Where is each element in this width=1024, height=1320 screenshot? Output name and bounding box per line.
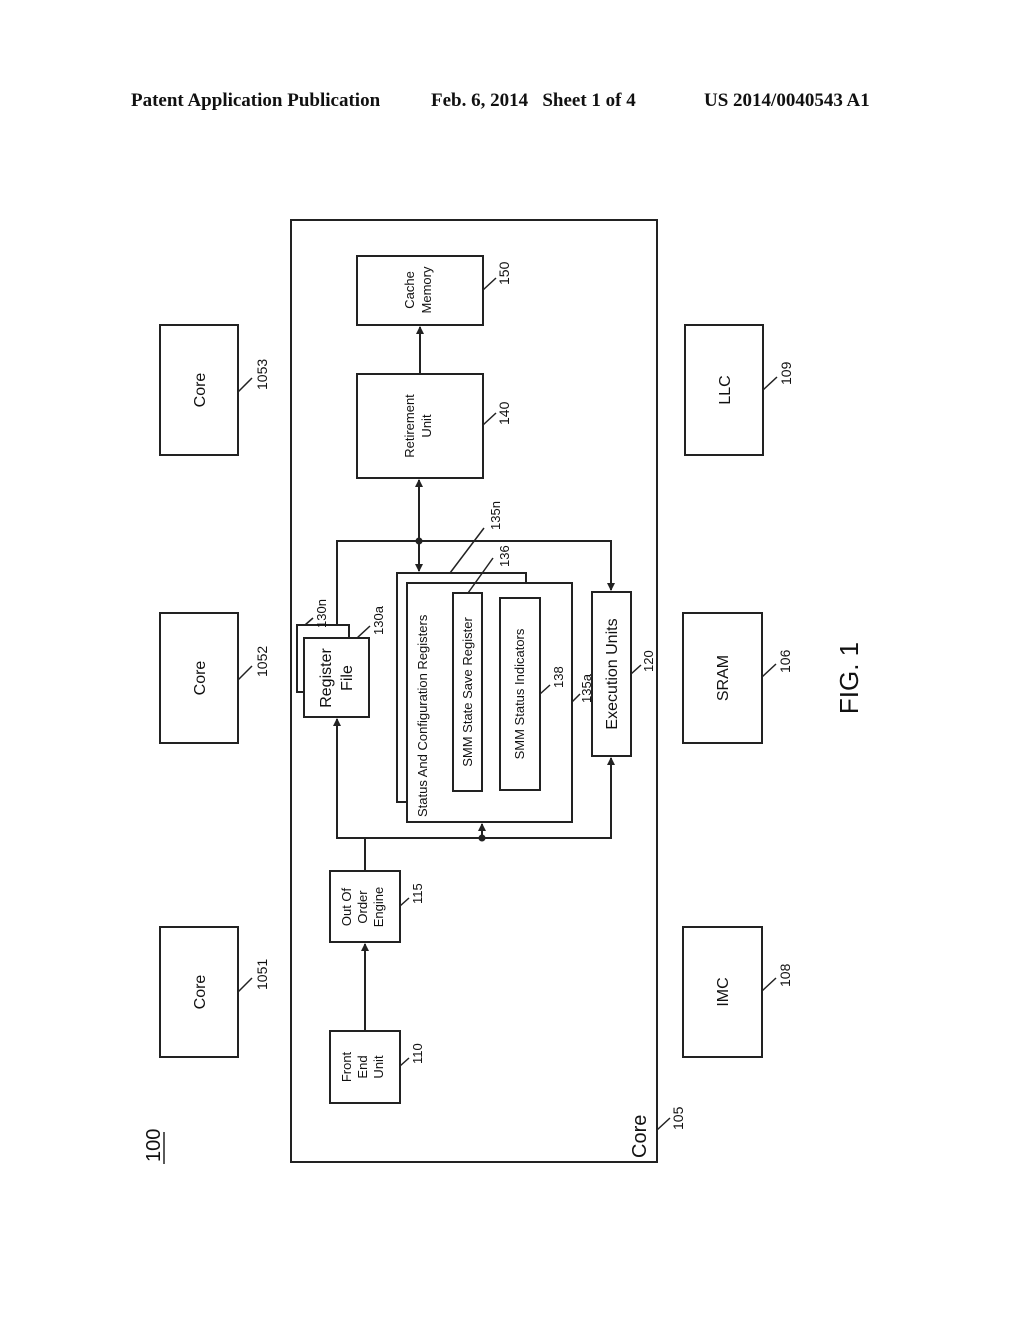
svg-text:File: File: [339, 665, 356, 691]
core-105-label: Core: [629, 1115, 651, 1158]
svg-text:Out Of: Out Of: [339, 887, 354, 926]
svg-text:1053: 1053: [254, 359, 270, 390]
svg-text:Unit: Unit: [419, 414, 434, 438]
svg-text:140: 140: [496, 401, 512, 425]
svg-text:109: 109: [778, 361, 794, 385]
svg-text:SRAM: SRAM: [715, 655, 732, 701]
imc-block: IMC 108: [682, 926, 793, 1058]
svg-text:Core: Core: [192, 975, 209, 1010]
svg-text:135n: 135n: [488, 501, 503, 530]
svg-text:150: 150: [496, 261, 512, 285]
svg-text:1052: 1052: [254, 646, 270, 677]
svg-text:Retirement: Retirement: [402, 394, 417, 458]
svg-text:SMM State Save Register: SMM State Save Register: [460, 617, 475, 767]
core-1051-block: Core 1051: [159, 926, 270, 1058]
svg-text:138: 138: [551, 666, 566, 688]
leader-105: [656, 1117, 671, 1131]
svg-text:IMC: IMC: [715, 977, 732, 1006]
core-1052-block: Core 1052: [159, 612, 270, 744]
svg-text:Front: Front: [339, 1051, 354, 1082]
svg-text:110: 110: [410, 1043, 425, 1064]
svg-text:136: 136: [497, 545, 512, 567]
svg-text:SMM Status Indicators: SMM Status Indicators: [512, 628, 527, 759]
svg-text:120: 120: [641, 650, 656, 672]
llc-block: LLC 109: [684, 324, 794, 456]
svg-text:Core: Core: [192, 661, 209, 696]
svg-text:115: 115: [410, 883, 425, 904]
svg-text:End: End: [355, 1055, 370, 1078]
svg-text:Core: Core: [192, 373, 209, 408]
svg-text:Memory: Memory: [419, 266, 434, 313]
bus-junction-bottom: [478, 834, 486, 842]
svg-text:130a: 130a: [371, 605, 386, 635]
svg-text:Register: Register: [318, 648, 335, 708]
svg-text:Cache: Cache: [402, 271, 417, 309]
system-ref-100: 100: [143, 1129, 165, 1164]
svg-text:Order: Order: [355, 890, 370, 924]
figure-label: FIG. 1: [834, 642, 864, 714]
core-1053-block: Core 1053: [159, 324, 270, 456]
svg-text:130n: 130n: [314, 599, 329, 628]
svg-text:1051: 1051: [254, 959, 270, 990]
sram-block: SRAM 106: [682, 612, 793, 744]
ref-105: 105: [670, 1106, 686, 1130]
svg-text:108: 108: [777, 963, 793, 987]
figure-1-diagram: 100 Core 105 Cache Memory 150 Retirement…: [143, 219, 864, 1164]
svg-text:Engine: Engine: [371, 887, 386, 927]
svg-text:100: 100: [143, 1129, 165, 1162]
svg-text:106: 106: [777, 649, 793, 673]
svg-text:Status And Configuration Regis: Status And Configuration Registers: [415, 614, 430, 817]
svg-text:Execution Units: Execution Units: [604, 618, 621, 729]
svg-text:LLC: LLC: [717, 375, 734, 404]
svg-text:Unit: Unit: [371, 1055, 386, 1079]
bus-junction-top: [415, 537, 423, 545]
